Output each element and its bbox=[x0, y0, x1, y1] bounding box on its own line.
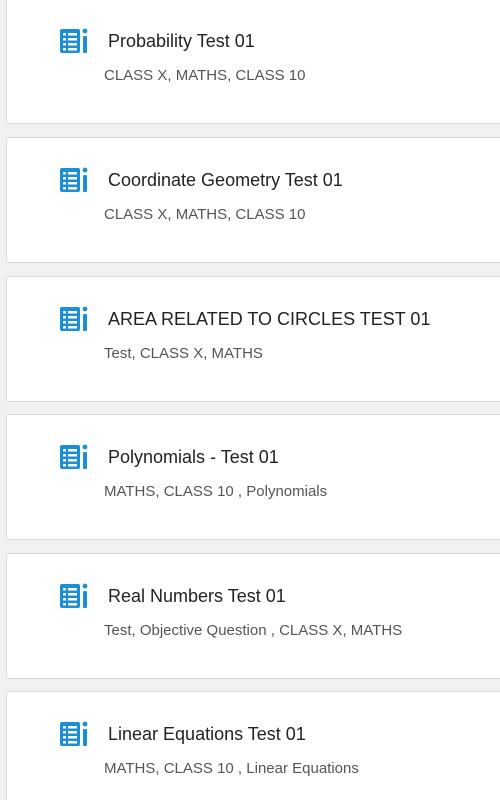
test-title[interactable]: Polynomials - Test 01 bbox=[108, 447, 279, 468]
test-card[interactable]: Real Numbers Test 01 Test, Objective Que… bbox=[6, 553, 500, 679]
test-card[interactable]: Coordinate Geometry Test 01 CLASS X, MAT… bbox=[6, 137, 500, 263]
test-title[interactable]: Probability Test 01 bbox=[108, 31, 255, 52]
test-list-icon bbox=[60, 721, 88, 746]
test-tags: CLASS X, MATHS, CLASS 10 bbox=[104, 67, 306, 84]
test-tags: MATHS, CLASS 10 , Linear Equations bbox=[104, 760, 359, 777]
test-title[interactable]: Coordinate Geometry Test 01 bbox=[108, 170, 343, 191]
test-list-icon bbox=[60, 28, 88, 53]
test-title[interactable]: AREA RELATED TO CIRCLES TEST 01 bbox=[108, 309, 430, 330]
test-card[interactable]: Polynomials - Test 01 MATHS, CLASS 10 , … bbox=[6, 414, 500, 540]
test-tags: CLASS X, MATHS, CLASS 10 bbox=[104, 206, 306, 223]
test-card[interactable]: Linear Equations Test 01 MATHS, CLASS 10… bbox=[6, 691, 500, 800]
test-card[interactable]: Probability Test 01 CLASS X, MATHS, CLAS… bbox=[6, 0, 500, 124]
test-list-icon bbox=[60, 306, 88, 331]
test-tags: MATHS, CLASS 10 , Polynomials bbox=[104, 483, 328, 500]
test-title[interactable]: Real Numbers Test 01 bbox=[108, 586, 286, 607]
test-card[interactable]: AREA RELATED TO CIRCLES TEST 01 Test, CL… bbox=[6, 276, 500, 402]
test-list-icon bbox=[60, 583, 88, 608]
test-tags: Test, Objective Question , CLASS X, MATH… bbox=[104, 622, 403, 639]
test-list: Probability Test 01 CLASS X, MATHS, CLAS… bbox=[0, 0, 500, 800]
test-tags: Test, CLASS X, MATHS bbox=[104, 345, 263, 362]
test-list-icon bbox=[60, 167, 88, 192]
test-title[interactable]: Linear Equations Test 01 bbox=[108, 724, 306, 745]
test-list-icon bbox=[60, 444, 88, 469]
